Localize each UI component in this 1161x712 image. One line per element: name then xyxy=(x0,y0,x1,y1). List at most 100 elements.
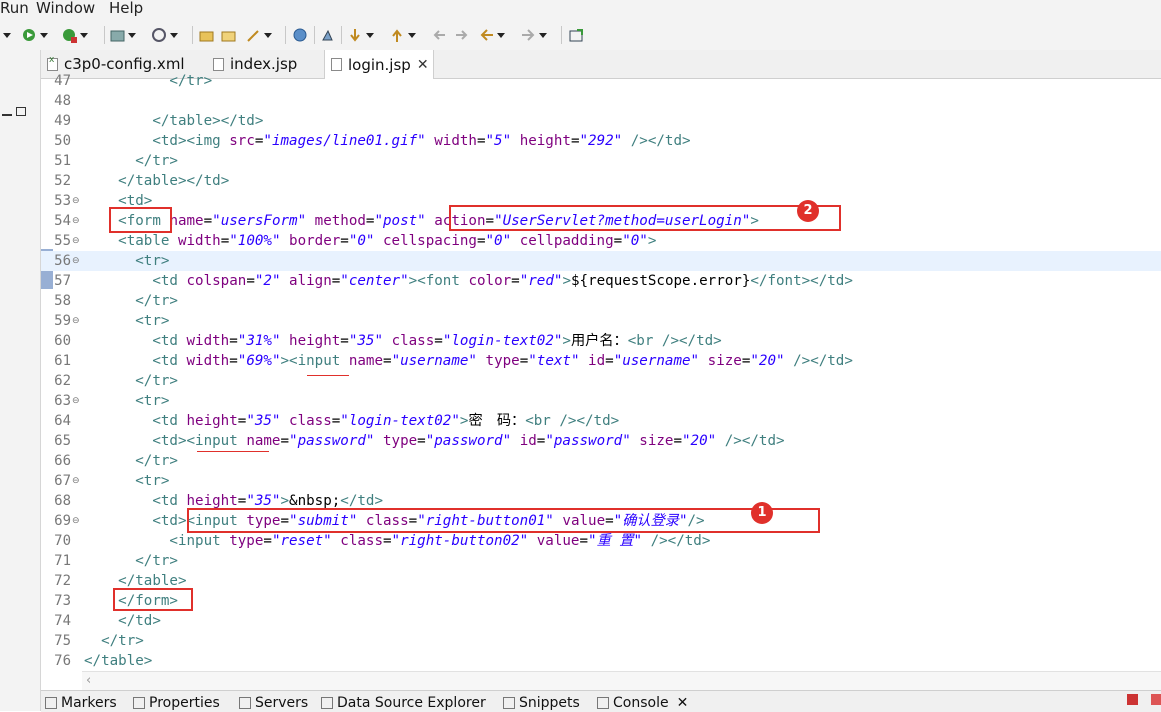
code-text: <td width="69%"><input name="username" t… xyxy=(152,353,853,369)
code-line[interactable]: 52 </table></td> xyxy=(41,171,1161,191)
fold-toggle-icon[interactable]: ⊖ xyxy=(72,471,80,491)
run-button[interactable] xyxy=(22,26,48,44)
open-type-button[interactable] xyxy=(221,26,236,44)
terminate-all-icon[interactable] xyxy=(1151,694,1161,705)
bottom-panel-tabs: Markers Properties Servers Data Source E… xyxy=(41,690,1161,712)
code-line[interactable]: 66 </tr> xyxy=(41,451,1161,471)
chevron-down-icon xyxy=(497,32,505,38)
tab-properties[interactable]: Properties xyxy=(133,695,220,711)
next-edit-button[interactable] xyxy=(454,26,469,44)
next-annotation-button[interactable] xyxy=(348,26,374,44)
code-line[interactable]: 59 ⊖ <tr> xyxy=(41,311,1161,331)
fold-toggle-icon[interactable]: ⊖ xyxy=(72,231,80,251)
properties-icon xyxy=(133,697,145,709)
code-line[interactable]: 74 </td> xyxy=(41,611,1161,631)
code-text: </tr> xyxy=(135,153,178,169)
line-number: 50 xyxy=(54,133,71,149)
code-line[interactable]: 76 </table> xyxy=(41,651,1161,671)
close-icon[interactable]: ✕ xyxy=(677,695,689,711)
line-number: 53 xyxy=(54,193,71,209)
search-icon xyxy=(246,28,261,43)
tab-data-source-explorer[interactable]: Data Source Explorer xyxy=(321,695,486,711)
code-line[interactable]: 75 </tr> xyxy=(41,631,1161,651)
xml-file-icon xyxy=(47,55,58,71)
fold-toggle-icon[interactable]: ⊖ xyxy=(72,511,80,531)
tab-console[interactable]: Console ✕ xyxy=(597,695,688,711)
code-line[interactable]: 55 ⊖ <table width="100%" border="0" cells… xyxy=(41,231,1161,251)
tab-snippets[interactable]: Snippets xyxy=(503,695,580,711)
code-line[interactable]: 51 </tr> xyxy=(41,151,1161,171)
code-line[interactable]: 49 </table></td> xyxy=(41,111,1161,131)
search-button[interactable] xyxy=(246,26,272,44)
tab-servers[interactable]: Servers xyxy=(239,695,308,711)
deploy-button[interactable] xyxy=(152,26,178,44)
toolbar xyxy=(0,20,1161,50)
fold-toggle-icon[interactable]: ⊖ xyxy=(72,191,80,211)
code-line[interactable]: 72 </table> xyxy=(41,571,1161,591)
code-text: </table> xyxy=(84,653,153,669)
globe-button[interactable] xyxy=(293,26,308,44)
scroll-left-icon[interactable]: ‹ xyxy=(86,673,91,688)
code-line[interactable]: 71 </tr> xyxy=(41,551,1161,571)
next-edit-icon xyxy=(454,28,469,43)
code-text: <tr> xyxy=(135,313,170,329)
line-number: 58 xyxy=(54,293,71,309)
terminate-icon[interactable] xyxy=(1127,694,1138,705)
line-number: 62 xyxy=(54,373,71,389)
code-line[interactable]: 61 <td width="69%"><input name="username… xyxy=(41,351,1161,371)
line-number: 57 xyxy=(54,273,71,289)
annotation-badge-1: 1 xyxy=(751,502,773,524)
code-line[interactable]: 57 <td colspan="2" align="center"><font … xyxy=(41,271,1161,291)
horizontal-scrollbar[interactable]: ‹ xyxy=(82,671,1161,690)
fold-toggle-icon[interactable]: ⊖ xyxy=(72,251,80,271)
back-button[interactable] xyxy=(479,26,505,44)
annotation-box-submit xyxy=(187,508,820,533)
forward-button[interactable] xyxy=(521,26,547,44)
line-number: 55 xyxy=(54,233,71,249)
chevron-down-icon xyxy=(3,32,11,38)
menu-window[interactable]: Window xyxy=(36,0,95,17)
code-line[interactable]: 64 <td height="35" class="login-text02">… xyxy=(41,411,1161,431)
code-text: </tr> xyxy=(101,633,144,649)
fold-toggle-icon[interactable]: ⊖ xyxy=(72,311,80,331)
open-folder-icon xyxy=(199,28,214,43)
code-text: </tr> xyxy=(135,553,178,569)
code-line[interactable]: 48 xyxy=(41,91,1161,111)
history-button[interactable] xyxy=(320,26,335,44)
prev-annotation-button[interactable] xyxy=(390,26,416,44)
fold-toggle-icon[interactable]: ⊖ xyxy=(72,211,80,231)
line-number: 54 xyxy=(54,213,71,229)
fold-toggle-icon[interactable]: ⊖ xyxy=(72,391,80,411)
maximize-icon[interactable] xyxy=(16,107,26,116)
line-number: 47 xyxy=(54,73,71,89)
debug-button[interactable] xyxy=(0,26,11,44)
new-server-button[interactable] xyxy=(110,26,136,44)
code-text: </table></td> xyxy=(152,113,264,129)
code-line[interactable]: 50 <td><img src="images/line01.gif" widt… xyxy=(41,131,1161,151)
open-folder-button[interactable] xyxy=(199,26,214,44)
line-number: 71 xyxy=(54,553,71,569)
line-number: 74 xyxy=(54,613,71,629)
line-number: 49 xyxy=(54,113,71,129)
code-editor[interactable]: 47 </tr> 48 49 </table></td> 50 <td><img sr… xyxy=(41,73,1161,671)
minimize-icon[interactable] xyxy=(2,114,12,116)
code-line[interactable]: 60 <td width="31%" height="35" class="lo… xyxy=(41,331,1161,351)
menu-run[interactable]: Run xyxy=(0,0,29,17)
annotation-box-action xyxy=(449,205,841,231)
last-edit-button[interactable] xyxy=(432,26,447,44)
open-type-icon xyxy=(221,28,236,43)
code-line[interactable]: 56 ⊖ <tr> xyxy=(41,251,1161,271)
run-external-button[interactable] xyxy=(62,26,88,44)
code-line[interactable]: 73 </form> xyxy=(41,591,1161,611)
code-line[interactable]: 70 <input type="reset" class="right-butt… xyxy=(41,531,1161,551)
code-line[interactable]: 47 </tr> xyxy=(41,71,1161,91)
pin-editor-button[interactable] xyxy=(569,26,584,44)
code-line[interactable]: 63 ⊖ <tr> xyxy=(41,391,1161,411)
code-line[interactable]: 62 </tr> xyxy=(41,371,1161,391)
prev-annotation-icon xyxy=(390,28,405,43)
code-line[interactable]: 67 ⊖ <tr> xyxy=(41,471,1161,491)
code-line[interactable]: 65 <td><input name="password" type="pass… xyxy=(41,431,1161,451)
code-line[interactable]: 58 </tr> xyxy=(41,291,1161,311)
tab-markers[interactable]: Markers xyxy=(45,695,117,711)
menu-help[interactable]: Help xyxy=(109,0,143,17)
